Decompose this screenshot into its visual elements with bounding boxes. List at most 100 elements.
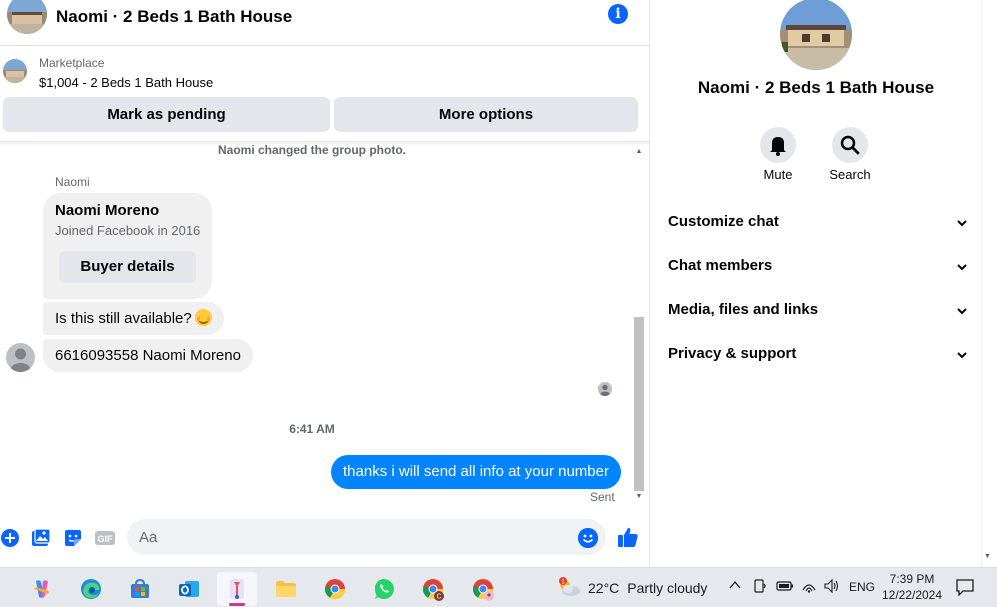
listing-thumbnail bbox=[3, 59, 27, 83]
chrome-profile-icon bbox=[472, 579, 494, 601]
buyer-details-button[interactable]: Buyer details bbox=[59, 251, 196, 283]
section-label: Customize chat bbox=[668, 213, 779, 230]
weather-widget[interactable]: 1 22°C Partly cloudy bbox=[556, 574, 707, 602]
wifi-icon[interactable] bbox=[801, 578, 817, 597]
chrome-profile-icon: C bbox=[422, 579, 444, 601]
mute-button[interactable]: Mute bbox=[748, 127, 808, 182]
store-icon bbox=[131, 578, 149, 598]
section-label: Chat members bbox=[668, 257, 773, 274]
search-icon bbox=[832, 127, 868, 163]
sticker-icon[interactable] bbox=[63, 528, 83, 548]
listing-large-avatar[interactable] bbox=[780, 0, 852, 70]
incoming-message[interactable]: Is this still available? bbox=[43, 302, 224, 335]
system-clock[interactable]: 7:39 PM 12/22/2024 bbox=[878, 571, 946, 603]
scrollbar-thumb[interactable] bbox=[634, 317, 644, 491]
folder-icon bbox=[276, 581, 296, 597]
plus-icon[interactable] bbox=[0, 528, 20, 548]
sender-avatar[interactable] bbox=[6, 343, 35, 372]
outlook-icon bbox=[179, 581, 199, 597]
chevron-down-icon bbox=[957, 308, 967, 315]
taskbar-store[interactable] bbox=[120, 572, 160, 606]
section-media-files-links[interactable]: Media, files and links bbox=[668, 295, 968, 325]
taskbar-active-app[interactable] bbox=[217, 572, 257, 606]
listing-summary[interactable]: Marketplace $1,004 - 2 Beds 1 Bath House bbox=[0, 47, 650, 95]
bell-icon bbox=[760, 127, 796, 163]
taskbar-copilot[interactable] bbox=[22, 572, 62, 606]
volume-icon[interactable] bbox=[823, 578, 841, 597]
device-icon[interactable] bbox=[752, 578, 768, 597]
section-customize-chat[interactable]: Customize chat bbox=[668, 207, 968, 237]
taskbar-chrome[interactable] bbox=[315, 572, 355, 606]
chevron-up-icon[interactable] bbox=[728, 578, 742, 595]
taskbar-edge[interactable] bbox=[71, 572, 111, 606]
taskbar-chrome-profile-2[interactable] bbox=[463, 572, 503, 606]
more-options-button[interactable]: More options bbox=[334, 97, 638, 132]
message-text: 6616093558 Naomi Moreno bbox=[55, 347, 241, 364]
copilot-icon bbox=[34, 580, 49, 598]
chevron-down-icon bbox=[957, 220, 967, 227]
chat-pane: Naomi · 2 Beds 1 Bath House i Marketplac… bbox=[0, 0, 650, 567]
read-receipt-avatar bbox=[598, 382, 612, 396]
incoming-message[interactable]: 6616093558 Naomi Moreno bbox=[43, 339, 253, 372]
whatsapp-icon bbox=[374, 578, 394, 599]
taskbar-whatsapp[interactable] bbox=[364, 572, 404, 606]
chat-title: Naomi · 2 Beds 1 Bath House bbox=[56, 7, 293, 26]
composer: GIF bbox=[0, 516, 650, 560]
system-note: Naomi changed the group photo. bbox=[218, 143, 406, 157]
section-label: Privacy & support bbox=[668, 345, 797, 362]
partly-cloudy-icon: 1 bbox=[556, 576, 582, 600]
notification-icon[interactable] bbox=[955, 578, 975, 597]
panel-title: Naomi · 2 Beds 1 Bath House bbox=[697, 78, 935, 97]
smiling-emoji-icon bbox=[194, 309, 212, 326]
chat-header: Naomi · 2 Beds 1 Bath House i bbox=[0, 0, 650, 46]
gif-label: GIF bbox=[98, 534, 114, 544]
outgoing-message[interactable]: thanks i will send all info at your numb… bbox=[331, 455, 621, 489]
chevron-down-icon bbox=[957, 264, 967, 271]
listing-avatar[interactable] bbox=[7, 0, 47, 34]
listing-price-title: $1,004 - 2 Beds 1 Bath House bbox=[39, 75, 214, 90]
mute-label: Mute bbox=[763, 167, 793, 182]
search-button[interactable]: Search bbox=[820, 127, 880, 182]
battery-icon[interactable] bbox=[776, 578, 794, 597]
weather-temperature: 22°C bbox=[588, 580, 620, 596]
taskbar-outlook[interactable] bbox=[169, 572, 209, 606]
taskbar-chrome-profile[interactable]: C bbox=[413, 572, 453, 606]
app-icon bbox=[230, 579, 244, 599]
clock-date: 12/22/2024 bbox=[881, 588, 943, 602]
mark-as-pending-button[interactable]: Mark as pending bbox=[3, 97, 330, 132]
message-text: Is this still available? bbox=[55, 310, 192, 327]
buyer-joined: Joined Facebook in 2016 bbox=[55, 223, 201, 238]
chat-details-panel: Naomi · 2 Beds 1 Bath House Mute Search … bbox=[651, 0, 981, 567]
sender-name: Naomi bbox=[55, 175, 90, 189]
language-indicator[interactable]: ENG bbox=[849, 580, 875, 594]
thumbs-up-icon[interactable] bbox=[617, 526, 639, 548]
taskbar-file-explorer[interactable] bbox=[266, 572, 306, 606]
message-input[interactable] bbox=[127, 519, 606, 555]
scroll-up-arrow[interactable]: ▲ bbox=[634, 148, 644, 158]
section-privacy-support[interactable]: Privacy & support bbox=[668, 339, 968, 369]
page-scroll-down-arrow[interactable]: ▼ bbox=[984, 553, 991, 560]
buyer-card: Naomi Moreno Joined Facebook in 2016 Buy… bbox=[43, 193, 212, 299]
message-list[interactable]: Naomi changed the group photo. Naomi Nao… bbox=[0, 143, 632, 508]
clock-time: 7:39 PM bbox=[889, 572, 935, 586]
chrome-icon bbox=[324, 579, 346, 600]
message-status: Sent bbox=[590, 490, 615, 504]
emoji-icon[interactable] bbox=[578, 528, 598, 548]
search-label: Search bbox=[829, 167, 871, 182]
info-icon[interactable]: i bbox=[608, 4, 628, 24]
profile-initial: C bbox=[436, 594, 441, 601]
edge-icon bbox=[81, 579, 101, 599]
gif-icon[interactable]: GIF bbox=[94, 528, 116, 548]
buyer-name: Naomi Moreno bbox=[55, 202, 160, 219]
chevron-down-icon bbox=[957, 352, 967, 359]
page-scrollbar[interactable] bbox=[981, 0, 997, 567]
scroll-down-arrow[interactable]: ▼ bbox=[634, 493, 644, 503]
section-chat-members[interactable]: Chat members bbox=[668, 251, 968, 281]
taskbar: C 1 22°C Partly cloudy ENG 7:39 PM 12/22… bbox=[0, 567, 997, 607]
weather-condition: Partly cloudy bbox=[627, 580, 708, 596]
section-label: Media, files and links bbox=[668, 301, 819, 318]
timestamp-separator: 6:41 AM bbox=[289, 422, 335, 436]
marketplace-label: Marketplace bbox=[39, 56, 105, 70]
messenger-window: Naomi · 2 Beds 1 Bath House i Marketplac… bbox=[0, 0, 997, 567]
photo-icon[interactable] bbox=[31, 528, 51, 548]
